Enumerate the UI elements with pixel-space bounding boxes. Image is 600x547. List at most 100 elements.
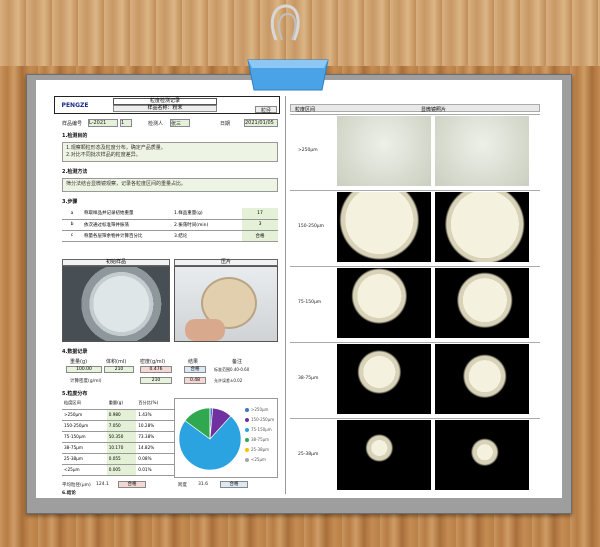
pie-chart-panel: >250μm 150-250μm 75-150μm 38-75μm 25-38μm <25… (174, 398, 278, 478)
step-text: 称量各层筛余物并计算百分比 (82, 230, 172, 242)
microscope-image (435, 420, 529, 490)
microscope-image (337, 192, 431, 262)
span-value: 31.6 (198, 482, 209, 487)
binder-clip-icon (247, 4, 329, 91)
header-right-box: 粒径 (255, 106, 277, 114)
dist-pct: 14.82% (136, 442, 174, 454)
step-no: c (62, 230, 82, 242)
dist-range: >250μm (62, 409, 107, 421)
legend-label: 150-250μm (251, 417, 275, 422)
micro-row-label: 150-250μm (298, 224, 325, 229)
steps-row: b 依次通过标准筛并振荡 2.振荡时间(min) 3 (62, 219, 278, 231)
legend-swatch (245, 458, 249, 462)
document-subtitle: 样品名称：粉末 (113, 105, 217, 112)
distribution-row: <25μm 0.005 0.01% (62, 464, 174, 476)
micro-row-label: 25-38μm (298, 452, 319, 457)
sample-no-label: 样品编号 (62, 121, 83, 127)
distribution-header-row: 粒度区间 重量(g) 百分比(%) (62, 398, 174, 410)
step-value: 17 (242, 208, 278, 220)
legend-label: 38-75μm (251, 437, 270, 442)
step-text: 依次通过标准筛并振荡 (82, 219, 172, 231)
steps-row: a 称取样品并记录初始重量 1.样品重量(g) 17 (62, 208, 278, 220)
microscope-image (337, 420, 431, 490)
qty-value: 1 (120, 119, 132, 127)
dist-weight: 0.005 (106, 464, 137, 476)
microscope-image (435, 192, 529, 262)
data-head-note: 备注 (232, 359, 243, 365)
avg-size-label: 平均粒径(μm) (62, 483, 91, 488)
section-steps-title: 3.步骤 (62, 199, 78, 205)
dist-range: 75-150μm (62, 431, 107, 443)
date-value: 2021/01/05 (244, 119, 278, 127)
distribution-row: 25-38μm 0.055 0.08% (62, 453, 174, 465)
pie-chart (178, 407, 242, 471)
micro-row-divider (290, 190, 540, 191)
data-result-value: 合格 (184, 366, 206, 373)
distribution-row: >250μm 0.980 1.43% (62, 409, 174, 421)
distribution-row: 75-150μm 50.350 73.38% (62, 431, 174, 443)
distribution-table: 粒度区间 重量(g) 百分比(%) >250μm 0.980 1.43% 150… (62, 398, 174, 476)
step-text: 称取样品并记录初始重量 (82, 208, 172, 220)
avg-size-value: 124.1 (96, 482, 109, 487)
column-divider (285, 96, 286, 494)
calc-volume-value: 210 (140, 377, 172, 384)
legend-label: 75-150μm (251, 427, 272, 432)
section-conclusion-title: 6.结论 (62, 491, 76, 496)
steps-row: c 称量各层筛余物并计算百分比 3.结论 合格 (62, 230, 278, 242)
pie-legend-item: 150-250μm (245, 417, 274, 422)
dist-weight: 50.350 (106, 431, 137, 443)
document-title: 粒度检测记录 (113, 98, 217, 105)
step-value: 合格 (242, 230, 278, 242)
dist-head-range: 粒度区间 (62, 398, 107, 410)
operator-value: 张三 (170, 119, 190, 127)
step-param: 2.振荡时间(min) (172, 219, 242, 231)
microscope-image (337, 344, 431, 414)
legend-label: 25-38μm (251, 447, 270, 452)
data-head-weight: 重量(g) (70, 359, 88, 365)
step-value: 3 (242, 219, 278, 231)
data-volume-value: 210 (104, 366, 134, 373)
micro-row-label: >250μm (298, 148, 318, 153)
dist-pct: 73.38% (136, 431, 174, 443)
dist-range: 25-38μm (62, 453, 107, 465)
micro-header-right: 显微镜照片 (421, 107, 447, 113)
calc-density-label: 计算密度(g/ml) (70, 379, 102, 384)
microscope-header: 粒度区间 显微镜照片 (290, 104, 540, 113)
step-no: a (62, 208, 82, 220)
section-purpose-title: 1.检测目的 (62, 133, 88, 139)
data-note-2: 允许误差±0.02 (214, 378, 243, 383)
method-notes: 筛分法结合显微镜观察，记录各粒度区间的重量占比。 (62, 178, 278, 192)
legend-label: <25μm (251, 457, 266, 462)
sample-no-value: L-2021 (88, 119, 118, 127)
legend-label: >250μm (251, 407, 269, 412)
calc-density-value: 0.48 (184, 377, 206, 384)
micro-row-label: 38-75μm (298, 376, 319, 381)
step-no: b (62, 219, 82, 231)
micro-row-divider (290, 114, 540, 115)
legend-swatch (245, 448, 249, 452)
microscope-image (435, 116, 529, 186)
pie-legend-item: <25μm (245, 457, 266, 462)
dist-head-weight: 重量(g) (106, 398, 137, 410)
petri-dish-photo (62, 266, 170, 342)
dist-range: 38-75μm (62, 442, 107, 454)
section-data-title: 4.数据记录 (62, 349, 88, 355)
section-distribution-title: 5.粒度分布 (62, 391, 88, 397)
step-param: 3.结论 (172, 230, 242, 242)
dist-weight: 0.980 (106, 409, 137, 421)
dist-weight: 7.050 (106, 420, 137, 432)
purpose-line-1: 1.观察颗粒形态及粒度分布，确定产品质量。 (66, 145, 166, 151)
pie-legend-item: 38-75μm (245, 437, 269, 442)
hand-shape (185, 319, 225, 341)
document-header: PENGZE 粒度检测记录 样品名称：粉末 粒径 (54, 96, 280, 114)
distribution-row: 38-75μm 10.170 14.82% (62, 442, 174, 454)
date-label: 日期 (220, 121, 231, 127)
legend-swatch (245, 408, 249, 412)
microscope-image (337, 268, 431, 338)
operator-label: 检测人 (148, 121, 164, 127)
dist-weight: 10.170 (106, 442, 137, 454)
micro-header-left: 粒度区间 (295, 107, 316, 113)
micro-row-divider (290, 342, 540, 343)
result-badge-left: 合格 (118, 481, 146, 488)
micro-row-divider (290, 418, 540, 419)
